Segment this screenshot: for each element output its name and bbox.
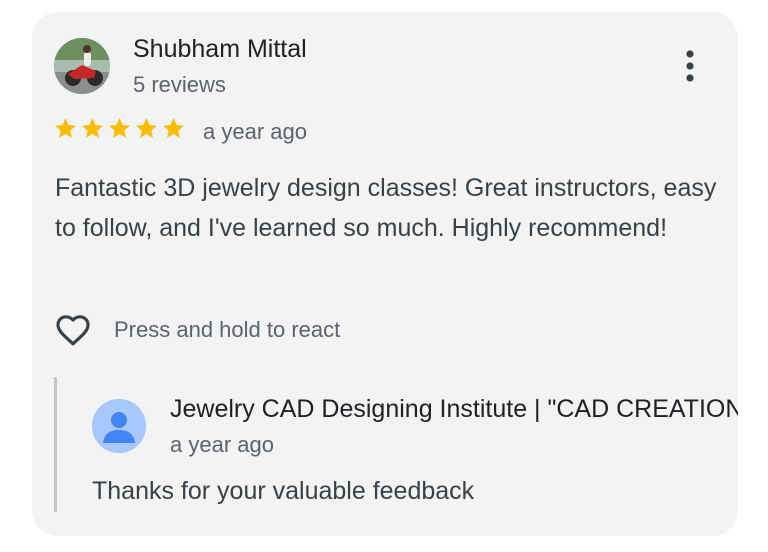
- star-rating: [53, 116, 186, 141]
- heart-outline-icon: [56, 315, 90, 346]
- more-vert-icon: [686, 50, 694, 82]
- review-time: a year ago: [203, 119, 307, 144]
- star-icon: [109, 118, 130, 138]
- review-text: Fantastic 3D jewelry design classes! Gre…: [55, 174, 717, 242]
- owner-name[interactable]: Jewelry CAD Designing Institute | "CAD C…: [170, 395, 738, 424]
- owner-avatar[interactable]: [92, 399, 146, 453]
- reviewer-avatar[interactable]: [54, 38, 110, 94]
- react-label: Press and hold to react: [114, 317, 341, 342]
- reply-text: Thanks for your valuable feedback: [92, 477, 475, 505]
- react-button[interactable]: Press and hold to react: [52, 310, 340, 350]
- reviewer-name[interactable]: Shubham Mittal: [133, 35, 307, 64]
- star-icon: [55, 118, 76, 138]
- reply-time: a year ago: [170, 432, 274, 457]
- more-options-button[interactable]: [677, 48, 703, 88]
- owner-reply: Jewelry CAD Designing Institute | "CAD C…: [54, 377, 738, 512]
- star-icon: [82, 118, 103, 138]
- person-icon: [92, 399, 146, 453]
- reviewer-review-count: 5 reviews: [133, 72, 226, 97]
- star-icon: [163, 118, 184, 138]
- review-card: Shubham Mittal 5 reviews a year ago Fant…: [32, 12, 738, 536]
- star-icon: [136, 118, 157, 138]
